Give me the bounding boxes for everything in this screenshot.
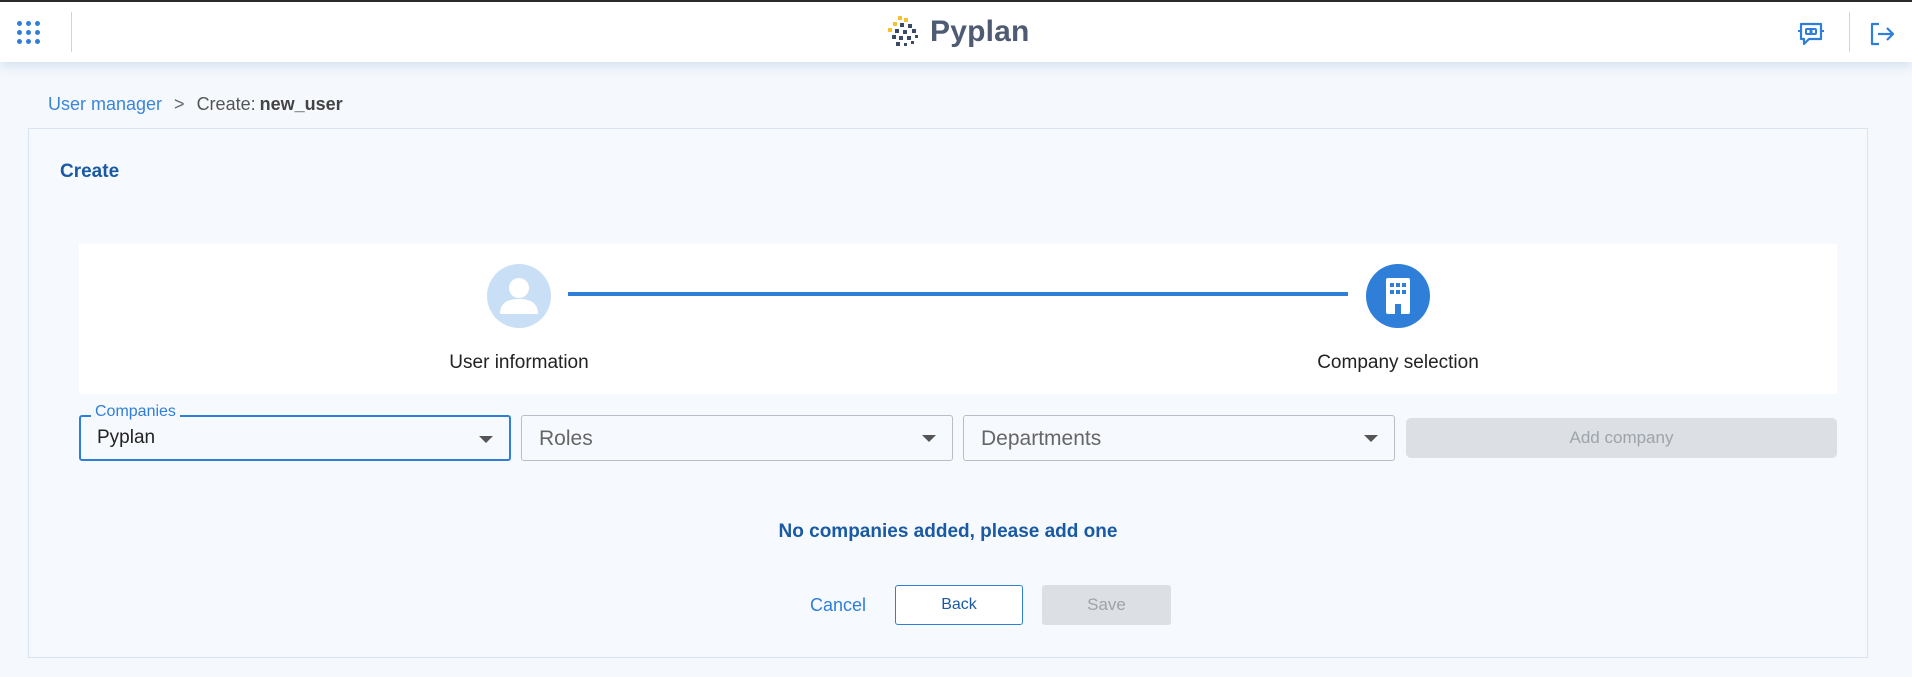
breadcrumb: User manager > Create: new_user: [48, 94, 343, 115]
companies-value: Pyplan: [97, 427, 156, 448]
roles-select[interactable]: Roles: [521, 415, 953, 461]
top-bar: Pyplan: [0, 0, 1912, 62]
step-label-company-selection: Company selection: [1317, 352, 1479, 373]
chevron-down-icon: [1364, 435, 1378, 442]
app-logo: Pyplan: [884, 14, 1030, 50]
logo-mark-icon: [888, 16, 918, 46]
create-panel: Create User information Company selectio…: [28, 128, 1868, 658]
breadcrumb-user-manager[interactable]: User manager: [48, 94, 162, 115]
back-button[interactable]: Back: [895, 585, 1023, 625]
step-label-user-information: User information: [449, 352, 589, 373]
header-divider: [71, 12, 72, 52]
chevron-down-icon: [479, 436, 493, 443]
logo-text: Pyplan: [930, 15, 1030, 48]
step-connector: [568, 292, 1348, 296]
cancel-button[interactable]: Cancel: [773, 585, 903, 625]
breadcrumb-current-prefix: Create:: [196, 94, 256, 114]
empty-companies-message: No companies added, please add one: [778, 521, 1118, 542]
step-company-selection-icon: [1366, 264, 1430, 328]
add-company-button[interactable]: Add company: [1406, 418, 1837, 458]
companies-label: Companies: [91, 403, 180, 421]
breadcrumb-current: Create: new_user: [197, 94, 343, 115]
step-user-information-icon: [487, 264, 551, 328]
stepper: User information Company selection: [79, 244, 1837, 394]
chatbot-icon[interactable]: [1796, 19, 1826, 49]
departments-select[interactable]: Departments: [963, 415, 1395, 461]
companies-select[interactable]: Companies Pyplan: [79, 403, 511, 461]
breadcrumb-current-name: new_user: [259, 94, 343, 114]
save-button[interactable]: Save: [1042, 585, 1171, 625]
departments-placeholder: Departments: [981, 427, 1102, 450]
roles-placeholder: Roles: [539, 427, 593, 450]
chevron-down-icon: [922, 435, 936, 442]
header-divider-right: [1849, 12, 1850, 52]
panel-title: Create: [60, 161, 120, 182]
breadcrumb-separator: >: [174, 94, 185, 114]
apps-grid-icon[interactable]: [17, 21, 41, 45]
logout-icon[interactable]: [1867, 19, 1897, 49]
